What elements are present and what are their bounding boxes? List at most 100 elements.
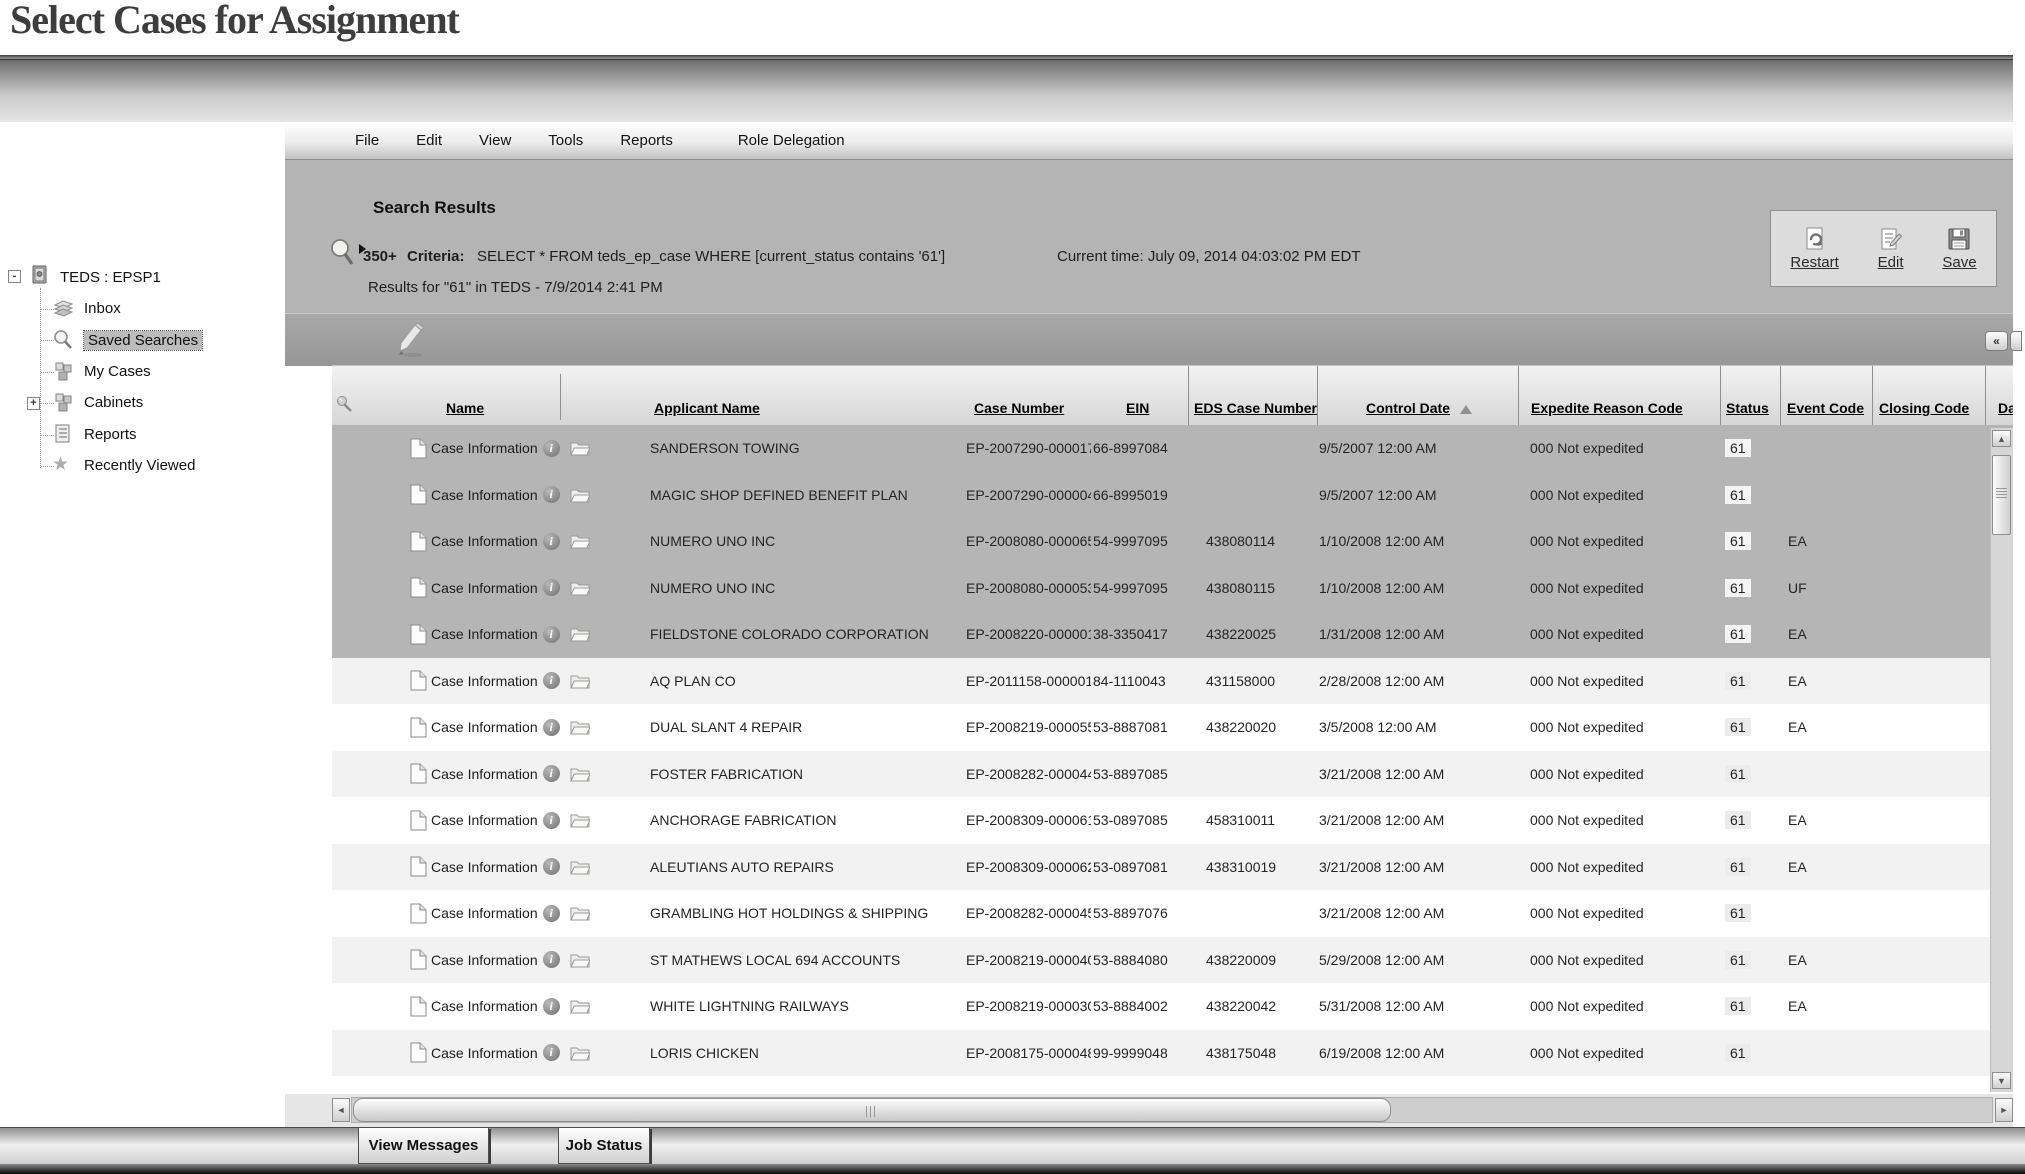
view-messages-button[interactable]: View Messages bbox=[358, 1127, 489, 1164]
column-header-expedite-reason-code[interactable]: Expedite Reason Code bbox=[1518, 366, 1720, 426]
folder-icon[interactable] bbox=[570, 905, 590, 921]
column-header-date-truncated[interactable]: Da bbox=[1985, 366, 2013, 426]
sidebar-item-inbox[interactable]: Inbox bbox=[84, 300, 121, 317]
table-row[interactable]: Case InformationiALEUTIANS AUTO REPAIRSE… bbox=[332, 844, 2013, 891]
collapse-panel-button[interactable]: « bbox=[1985, 331, 2008, 351]
info-icon[interactable]: i bbox=[543, 858, 560, 875]
column-header-ein[interactable]: EIN bbox=[1091, 366, 1188, 426]
info-icon[interactable]: i bbox=[543, 533, 560, 550]
cell-ein: 53-8884002 bbox=[1091, 998, 1188, 1014]
table-row[interactable]: Case InformationiFOSTER FABRICATIONEP-20… bbox=[332, 751, 2013, 798]
case-information-link[interactable]: Case Information bbox=[431, 766, 538, 782]
sidebar-item-recently-viewed[interactable]: Recently Viewed bbox=[84, 457, 195, 474]
info-icon[interactable]: i bbox=[543, 905, 560, 922]
menu-file[interactable]: File bbox=[355, 132, 379, 149]
restart-button[interactable]: Restart bbox=[1790, 227, 1838, 271]
table-row[interactable]: Case InformationiNUMERO UNO INCEP-200808… bbox=[332, 518, 2013, 565]
table-row[interactable]: Case InformationiDUAL SLANT 4 REPAIREP-2… bbox=[332, 704, 2013, 751]
folder-icon[interactable] bbox=[570, 440, 590, 456]
table-row[interactable]: Case InformationiLORIS CHICKENEP-2008175… bbox=[332, 1030, 2013, 1077]
table-row[interactable]: Case InformationiAQ PLAN COEP-2011158-00… bbox=[332, 658, 2013, 705]
sidebar-item-teds-root[interactable]: TEDS : EPSP1 bbox=[60, 269, 161, 286]
folder-icon[interactable] bbox=[570, 859, 590, 875]
tree-expand-toggle-cabinets[interactable]: + bbox=[27, 397, 40, 410]
info-icon[interactable]: i bbox=[543, 672, 560, 689]
info-icon[interactable]: i bbox=[543, 719, 560, 736]
column-header-name[interactable]: Name bbox=[410, 366, 650, 426]
pencil-icon[interactable] bbox=[393, 322, 427, 363]
scroll-right-icon[interactable]: ► bbox=[1995, 1098, 2013, 1122]
info-icon[interactable]: i bbox=[543, 626, 560, 643]
folder-icon[interactable] bbox=[570, 626, 590, 642]
case-information-link[interactable]: Case Information bbox=[431, 859, 538, 875]
case-information-link[interactable]: Case Information bbox=[431, 487, 538, 503]
case-information-link[interactable]: Case Information bbox=[431, 905, 538, 921]
case-information-link[interactable]: Case Information bbox=[431, 952, 538, 968]
sidebar-item-saved-searches[interactable]: Saved Searches bbox=[84, 331, 202, 350]
horizontal-scrollbar[interactable]: ◄ ► bbox=[285, 1094, 2013, 1127]
edit-button[interactable]: Edit bbox=[1878, 227, 1904, 271]
table-row[interactable]: Case InformationiFIELDSTONE COLORADO COR… bbox=[332, 611, 2013, 658]
folder-icon[interactable] bbox=[570, 673, 590, 689]
menu-tools[interactable]: Tools bbox=[548, 132, 583, 149]
case-information-link[interactable]: Case Information bbox=[431, 812, 538, 828]
collapse-panel-button-partial[interactable] bbox=[2010, 331, 2022, 351]
table-row-partial[interactable] bbox=[332, 1076, 2013, 1094]
vertical-scrollbar-thumb[interactable] bbox=[1992, 455, 2011, 535]
save-button[interactable]: Save bbox=[1942, 227, 1976, 271]
scroll-up-icon[interactable]: ▲ bbox=[1992, 430, 2011, 447]
info-icon[interactable]: i bbox=[543, 486, 560, 503]
column-header-status[interactable]: Status bbox=[1720, 366, 1780, 426]
column-header-applicant-name[interactable]: Applicant Name bbox=[650, 366, 966, 426]
info-icon[interactable]: i bbox=[543, 1044, 560, 1061]
column-header-eds-case-number[interactable]: EDS Case Number bbox=[1188, 366, 1317, 426]
table-row[interactable]: Case InformationiST MATHEWS LOCAL 694 AC… bbox=[332, 937, 2013, 984]
sidebar-item-cabinets[interactable]: Cabinets bbox=[84, 394, 143, 411]
scroll-down-icon[interactable]: ▼ bbox=[1992, 1072, 2011, 1089]
menu-reports[interactable]: Reports bbox=[620, 132, 673, 149]
table-row[interactable]: Case InformationiNUMERO UNO INCEP-200808… bbox=[332, 565, 2013, 612]
case-information-link[interactable]: Case Information bbox=[431, 673, 538, 689]
info-icon[interactable]: i bbox=[543, 951, 560, 968]
case-information-link[interactable]: Case Information bbox=[431, 626, 538, 642]
table-row[interactable]: Case InformationiSANDERSON TOWINGEP-2007… bbox=[332, 425, 2013, 472]
table-row[interactable]: Case InformationiWHITE LIGHTNING RAILWAY… bbox=[332, 983, 2013, 1030]
column-header-closing-code[interactable]: Closing Code bbox=[1872, 366, 1985, 426]
folder-icon[interactable] bbox=[570, 998, 590, 1014]
menu-view[interactable]: View bbox=[479, 132, 511, 149]
folder-icon[interactable] bbox=[570, 487, 590, 503]
folder-icon[interactable] bbox=[570, 580, 590, 596]
vertical-scrollbar[interactable]: ▲ ▼ bbox=[1990, 428, 2013, 1092]
info-icon[interactable]: i bbox=[543, 765, 560, 782]
case-information-link[interactable]: Case Information bbox=[431, 533, 538, 549]
menu-edit[interactable]: Edit bbox=[416, 132, 442, 149]
info-icon[interactable]: i bbox=[543, 998, 560, 1015]
table-row[interactable]: Case InformationiGRAMBLING HOT HOLDINGS … bbox=[332, 890, 2013, 937]
sidebar-item-my-cases[interactable]: My Cases bbox=[84, 363, 151, 380]
folder-icon[interactable] bbox=[570, 952, 590, 968]
column-header-case-number[interactable]: Case Number bbox=[966, 366, 1091, 426]
table-row[interactable]: Case InformationiMAGIC SHOP DEFINED BENE… bbox=[332, 472, 2013, 519]
folder-icon[interactable] bbox=[570, 812, 590, 828]
horizontal-scrollbar-thumb[interactable] bbox=[353, 1098, 1391, 1122]
case-information-link[interactable]: Case Information bbox=[431, 998, 538, 1014]
job-status-button[interactable]: Job Status bbox=[558, 1127, 650, 1164]
info-icon[interactable]: i bbox=[543, 812, 560, 829]
folder-icon[interactable] bbox=[570, 766, 590, 782]
info-icon[interactable]: i bbox=[543, 440, 560, 457]
info-icon[interactable]: i bbox=[543, 579, 560, 596]
folder-icon[interactable] bbox=[570, 719, 590, 735]
case-information-link[interactable]: Case Information bbox=[431, 580, 538, 596]
case-information-link[interactable]: Case Information bbox=[431, 719, 538, 735]
menu-role-delegation[interactable]: Role Delegation bbox=[738, 132, 845, 149]
column-header-control-date[interactable]: Control Date bbox=[1317, 366, 1518, 426]
scroll-left-icon[interactable]: ◄ bbox=[332, 1098, 350, 1122]
tree-collapse-toggle[interactable]: - bbox=[8, 270, 21, 283]
column-header-event-code[interactable]: Event Code bbox=[1780, 366, 1872, 426]
folder-icon[interactable] bbox=[570, 1045, 590, 1061]
sidebar-item-reports[interactable]: Reports bbox=[84, 426, 137, 443]
case-information-link[interactable]: Case Information bbox=[431, 1045, 538, 1061]
folder-icon[interactable] bbox=[570, 533, 590, 549]
case-information-link[interactable]: Case Information bbox=[431, 440, 538, 456]
table-row[interactable]: Case InformationiANCHORAGE FABRICATIONEP… bbox=[332, 797, 2013, 844]
